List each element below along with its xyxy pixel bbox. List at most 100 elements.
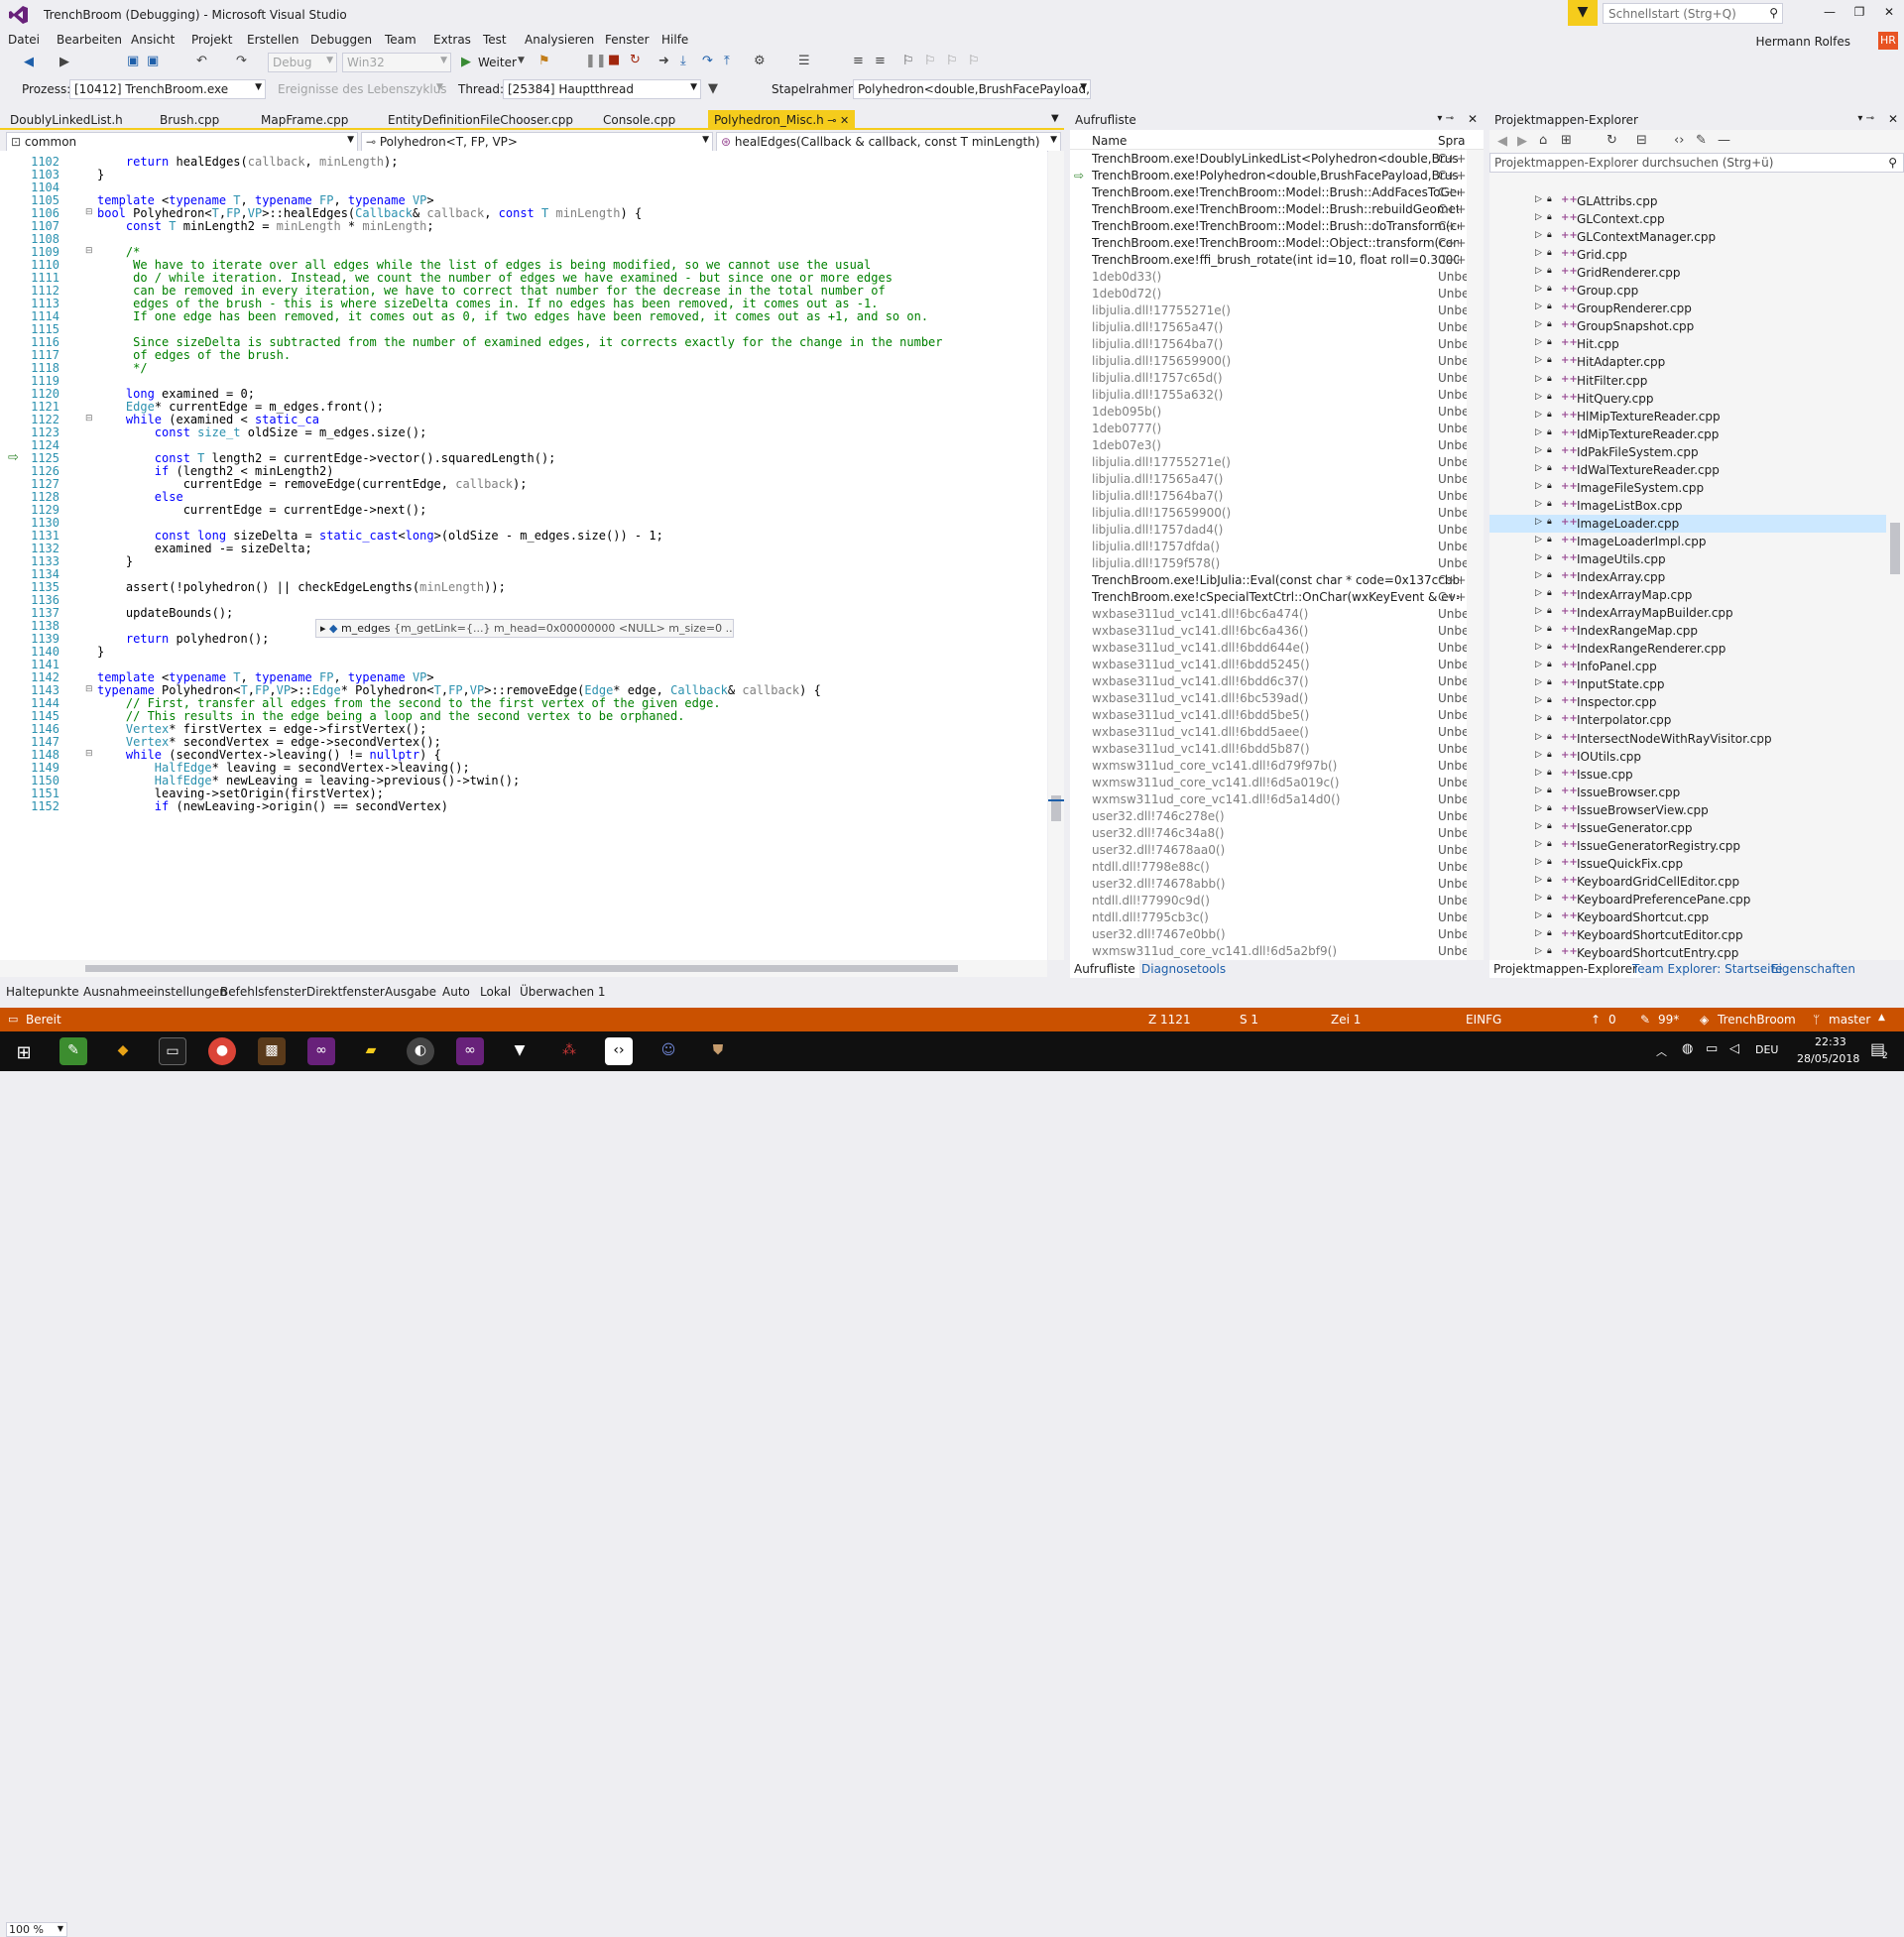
code-line[interactable]: We have to iterate over all edges while … — [97, 258, 871, 272]
preview-icon[interactable]: — — [1718, 133, 1730, 148]
file-explorer-icon[interactable]: ▰ — [357, 1037, 385, 1065]
solution-item[interactable]: ▷ 🔒︎ ++ IndexRangeRenderer.cpp — [1489, 640, 1886, 658]
lifecycle-events[interactable]: Ereignisse des Lebenszyklus — [278, 82, 447, 96]
call-stack-frame[interactable]: libjulia.dll!17565a47() — [1092, 320, 1459, 334]
tab-team-explorer[interactable]: Team Explorer: Startseite — [1632, 962, 1783, 976]
console-icon[interactable]: ▭ — [159, 1037, 186, 1065]
menu-extras[interactable]: Extras — [433, 33, 471, 47]
expand-icon[interactable]: ▷ — [1535, 750, 1542, 760]
solution-item[interactable]: ▷ 🔒︎ ++ IdWalTextureReader.cpp — [1489, 461, 1886, 479]
solution-item[interactable]: ▷ 🔒︎ ++ IndexArrayMapBuilder.cpp — [1489, 604, 1886, 622]
solution-item[interactable]: ▷ 🔒︎ ++ GroupSnapshot.cpp — [1489, 317, 1886, 335]
solution-item[interactable]: ▷ 🔒︎ ++ InfoPanel.cpp — [1489, 658, 1886, 675]
call-stack-frame[interactable]: user32.dll!746c34a8() — [1092, 826, 1459, 840]
expand-icon[interactable]: ▷ — [1535, 768, 1542, 778]
comment-icon[interactable]: ≡ — [853, 54, 864, 68]
class-select[interactable]: ⊸ Polyhedron<T, FP, VP> ▼ — [361, 132, 713, 152]
network-icon[interactable]: ◍ — [1682, 1041, 1693, 1056]
column-language[interactable]: Spra — [1438, 134, 1466, 148]
expand-icon[interactable]: ▷ — [1535, 839, 1542, 849]
call-stack-frame[interactable]: wxbase311ud_vc141.dll!6bdd6c37() — [1092, 674, 1459, 688]
platform-select[interactable]: Win32 ▼ — [342, 53, 451, 72]
menu-fenster[interactable]: Fenster — [605, 33, 650, 47]
fox-icon[interactable]: ▼ — [506, 1037, 534, 1065]
back-icon[interactable]: ◀ — [24, 55, 34, 69]
expand-icon[interactable]: ▷ — [1535, 588, 1542, 598]
continue-icon[interactable]: ▶ — [461, 55, 471, 69]
call-stack-frame[interactable]: libjulia.dll!17565a47() — [1092, 472, 1459, 486]
call-stack-frame[interactable]: libjulia.dll!1759f578() — [1092, 556, 1459, 570]
branch-dropdown-icon[interactable]: ▲ — [1878, 1013, 1885, 1023]
solution-item[interactable]: ▷ 🔒︎ ++ IndexRangeMap.cpp — [1489, 622, 1886, 640]
expand-icon[interactable]: ▷ — [1535, 499, 1542, 509]
filter-icon[interactable]: ▼ — [708, 81, 718, 96]
solution-item[interactable]: ▷ 🔒︎ ++ KeyboardGridCellEditor.cpp — [1489, 873, 1886, 891]
code-line[interactable]: if (length2 < minLength2) — [97, 464, 334, 478]
code-line[interactable]: return healEdges(callback, minLength); — [97, 155, 399, 169]
branch-icon[interactable]: ᛘ — [1813, 1013, 1820, 1027]
visual-studio-icon[interactable]: ∞ — [307, 1037, 335, 1065]
menu-datei[interactable]: Datei — [8, 33, 40, 47]
uncomment-icon[interactable]: ≡ — [875, 54, 886, 68]
solution-item[interactable]: ▷ 🔒︎ ++ IssueBrowserView.cpp — [1489, 801, 1886, 819]
expand-icon[interactable]: ▷ — [1535, 284, 1542, 294]
data-tip[interactable]: ▸ ◆ m_edges {m_getLink={...} m_head=0x00… — [315, 619, 734, 638]
call-stack-frame[interactable]: libjulia.dll!17755271e() — [1092, 455, 1459, 469]
call-stack-frame[interactable]: 1deb0d33() — [1092, 270, 1459, 284]
code-line[interactable]: } — [97, 554, 133, 568]
solution-item[interactable]: ▷ 🔒︎ ++ KeyboardPreferencePane.cpp — [1489, 891, 1886, 908]
quick-launch-input[interactable]: Schnellstart (Strg+Q) ⚲ — [1603, 3, 1783, 24]
tool-tab[interactable]: Überwachen 1 — [520, 985, 606, 999]
save-all-icon[interactable]: ▣ — [147, 54, 159, 68]
call-stack-frame[interactable]: TrenchBroom.exe!TrenchBroom::Model::Brus… — [1092, 202, 1459, 216]
call-stack-frame[interactable]: wxmsw311ud_core_vc141.dll!6d5a2bf9() — [1092, 944, 1459, 958]
step-into-icon[interactable]: ⤓ — [680, 54, 686, 68]
solution-item[interactable]: ▷ 🔒︎ ++ HlMipTextureReader.cpp — [1489, 408, 1886, 425]
tool-tab[interactable]: Ausnahmeeinstellungen — [83, 985, 227, 999]
undo-icon[interactable]: ↶ — [196, 54, 207, 68]
data-tip-value[interactable]: {m_getLink={...} m_head=0x00000000 <NULL… — [394, 622, 733, 635]
code-line[interactable]: const T minLength2 = minLength * minLeng… — [97, 219, 434, 233]
code-line[interactable]: */ — [97, 361, 147, 375]
code-line[interactable]: // First, transfer all edges from the se… — [97, 696, 721, 710]
show-next-statement-icon[interactable]: ➜ — [658, 54, 669, 68]
redo-icon[interactable]: ↷ — [236, 54, 247, 68]
expand-icon[interactable]: ▷ — [1535, 194, 1542, 204]
call-stack-frame[interactable]: ntdll.dll!77990c9d() — [1092, 894, 1459, 908]
home-icon[interactable]: ⌂ — [1539, 133, 1547, 148]
solution-item[interactable]: ▷ 🔒︎ ++ Grid.cpp — [1489, 246, 1886, 264]
expand-icon[interactable]: ▷ — [1535, 212, 1542, 222]
expand-icon[interactable]: ▷ — [1535, 606, 1542, 616]
member-select[interactable]: ⊛ healEdges(Callback & callback, const T… — [716, 132, 1061, 152]
tab-document[interactable]: Brush.cpp — [160, 113, 219, 127]
solution-item[interactable]: ▷ 🔒︎ ++ ImageUtils.cpp — [1489, 550, 1886, 568]
solution-item[interactable]: ▷ 🔒︎ ++ KeyboardShortcut.cpp — [1489, 908, 1886, 926]
expand-icon[interactable]: ▷ — [1535, 481, 1542, 491]
pencil-icon[interactable]: ✎ — [1640, 1013, 1650, 1027]
call-stack-frame[interactable]: 1deb07e3() — [1092, 438, 1459, 452]
solution-item[interactable]: ▷ 🔒︎ ++ ImageLoaderImpl.cpp — [1489, 533, 1886, 550]
call-stack-frame[interactable]: TrenchBroom.exe!Polyhedron<double,BrushF… — [1092, 169, 1459, 182]
call-stack-frame[interactable]: TrenchBroom.exe!TrenchBroom::Model::Brus… — [1092, 219, 1459, 233]
expand-icon[interactable]: ▷ — [1535, 463, 1542, 473]
menu-hilfe[interactable]: Hilfe — [661, 33, 688, 47]
menu-debuggen[interactable]: Debuggen — [310, 33, 372, 47]
call-stack-frame[interactable]: ntdll.dll!7795cb3c() — [1092, 910, 1459, 924]
call-stack-frame[interactable]: wxbase311ud_vc141.dll!6bdd5245() — [1092, 658, 1459, 671]
julia-icon[interactable]: ⁂ — [555, 1037, 583, 1065]
expand-icon[interactable]: ▷ — [1535, 302, 1542, 311]
tab-document[interactable]: DoublyLinkedList.h — [10, 113, 123, 127]
zoom-select[interactable]: 100 % ▼ — [6, 1922, 67, 1937]
expand-icon[interactable]: ▷ — [1535, 355, 1542, 365]
call-stack-frame[interactable]: TrenchBroom.exe!TrenchBroom::Model::Obje… — [1092, 236, 1459, 250]
code-line[interactable]: while (secondVertex->leaving() != nullpt… — [97, 748, 441, 762]
clear-bookmarks-icon[interactable]: ⚐ — [968, 54, 980, 68]
restart-icon[interactable]: ↻ — [630, 53, 641, 67]
repo-icon[interactable]: ◈ — [1700, 1013, 1709, 1027]
stop-icon[interactable]: ■ — [608, 53, 620, 67]
code-line[interactable]: const long sizeDelta = static_cast<long>… — [97, 529, 663, 543]
expand-icon[interactable]: ▷ — [1535, 857, 1542, 867]
call-stack-frame[interactable]: libjulia.dll!17755271e() — [1092, 303, 1459, 317]
solution-item[interactable]: ▷ 🔒︎ ++ GLContextManager.cpp — [1489, 228, 1886, 246]
code-line[interactable]: do / while iteration. Instead, we count … — [97, 271, 892, 285]
